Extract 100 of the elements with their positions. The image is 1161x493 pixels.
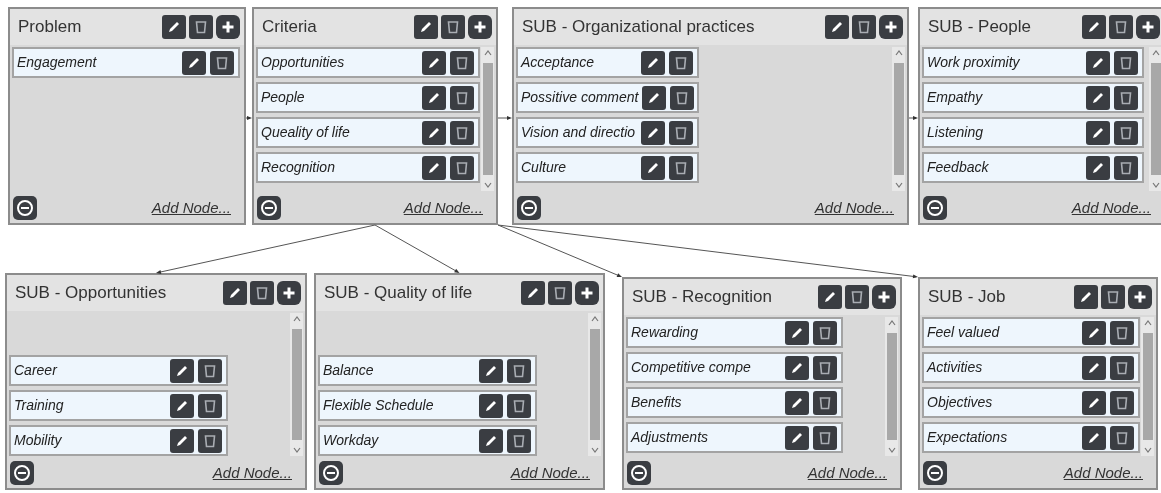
list-item[interactable]: Balance [318,355,537,386]
list-item[interactable]: People [256,82,480,113]
list-item[interactable]: Flexible Schedule [318,390,537,421]
scroll-thumb[interactable] [589,329,600,440]
list-item[interactable]: Objectives [922,387,1140,418]
edit-button[interactable] [223,281,247,305]
delete-button[interactable] [189,15,213,39]
delete-button[interactable] [1110,320,1134,345]
delete-button[interactable] [210,50,234,75]
collapse-button[interactable] [319,461,343,485]
list-item[interactable]: Engagement [12,47,240,78]
edit-button[interactable] [162,15,186,39]
add-node-link[interactable]: Add Node... [1071,196,1151,220]
add-node-link[interactable]: Add Node... [807,461,887,485]
list-item[interactable]: Work proximity [922,47,1144,78]
list-item[interactable]: Mobility [9,425,228,456]
delete-button[interactable] [813,320,837,345]
delete-button[interactable] [507,393,531,418]
edit-button[interactable] [182,50,206,75]
edit-button[interactable] [1082,15,1106,39]
edit-button[interactable] [521,281,545,305]
edit-button[interactable] [641,155,665,180]
collapse-button[interactable] [10,461,34,485]
add-node-link[interactable]: Add Node... [814,196,894,220]
edit-button[interactable] [1082,320,1106,345]
delete-button[interactable] [1110,425,1134,450]
edit-button[interactable] [1082,390,1106,415]
edit-button[interactable] [785,425,809,450]
edit-button[interactable] [1086,85,1110,110]
edit-button[interactable] [641,120,665,145]
delete-button[interactable] [813,425,837,450]
add-node-link[interactable]: Add Node... [1063,461,1143,485]
edit-button[interactable] [170,358,194,383]
delete-button[interactable] [441,15,465,39]
add-button[interactable] [277,281,301,305]
edit-button[interactable] [479,358,503,383]
delete-button[interactable] [198,358,222,383]
edit-button[interactable] [785,320,809,345]
delete-button[interactable] [250,281,274,305]
edit-button[interactable] [1086,50,1110,75]
edit-button[interactable] [414,15,438,39]
add-button[interactable] [1136,15,1160,39]
list-item[interactable]: Benefits [626,387,843,418]
list-item[interactable]: Training [9,390,228,421]
list-item[interactable]: Adjustments [626,422,843,453]
add-button[interactable] [879,15,903,39]
list-item[interactable]: Culture [516,152,699,183]
list-item[interactable]: Workday [318,425,537,456]
scroll-thumb[interactable] [482,63,493,175]
delete-button[interactable] [507,358,531,383]
add-button[interactable] [872,285,896,309]
add-node-link[interactable]: Add Node... [510,461,590,485]
delete-button[interactable] [1101,285,1125,309]
delete-button[interactable] [198,393,222,418]
edit-button[interactable] [170,428,194,453]
list-item[interactable]: Vision and directio [516,117,699,148]
edit-button[interactable] [479,393,503,418]
add-button[interactable] [575,281,599,305]
delete-button[interactable] [845,285,869,309]
list-item[interactable]: Expectations [922,422,1140,453]
edit-button[interactable] [785,355,809,380]
list-item[interactable]: Acceptance [516,47,699,78]
scrollbar[interactable] [481,47,494,191]
list-item[interactable]: Feel valued [922,317,1140,348]
list-item[interactable]: Queality of life [256,117,480,148]
collapse-button[interactable] [923,461,947,485]
scroll-thumb[interactable] [893,63,904,175]
delete-button[interactable] [669,50,693,75]
delete-button[interactable] [1110,390,1134,415]
edit-button[interactable] [641,50,665,75]
edit-button[interactable] [422,120,446,145]
delete-button[interactable] [507,428,531,453]
edit-button[interactable] [170,393,194,418]
delete-button[interactable] [1114,120,1138,145]
delete-button[interactable] [813,355,837,380]
delete-button[interactable] [1114,50,1138,75]
edit-button[interactable] [422,155,446,180]
delete-button[interactable] [1114,85,1138,110]
edit-button[interactable] [422,85,446,110]
list-item[interactable]: Empathy [922,82,1144,113]
add-node-link[interactable]: Add Node... [212,461,292,485]
edit-button[interactable] [1082,355,1106,380]
edit-button[interactable] [1082,425,1106,450]
list-item[interactable]: Rewarding [626,317,843,348]
delete-button[interactable] [813,390,837,415]
delete-button[interactable] [450,85,474,110]
scroll-thumb[interactable] [291,329,302,440]
delete-button[interactable] [852,15,876,39]
delete-button[interactable] [450,50,474,75]
list-item[interactable]: Career [9,355,228,386]
edit-button[interactable] [1074,285,1098,309]
list-item[interactable]: Recognition [256,152,480,183]
add-button[interactable] [216,15,240,39]
collapse-button[interactable] [13,196,37,220]
scrollbar[interactable] [1149,47,1161,191]
collapse-button[interactable] [627,461,651,485]
list-item[interactable]: Listening [922,117,1144,148]
scrollbar[interactable] [1141,317,1154,456]
delete-button[interactable] [450,120,474,145]
delete-button[interactable] [1110,355,1134,380]
